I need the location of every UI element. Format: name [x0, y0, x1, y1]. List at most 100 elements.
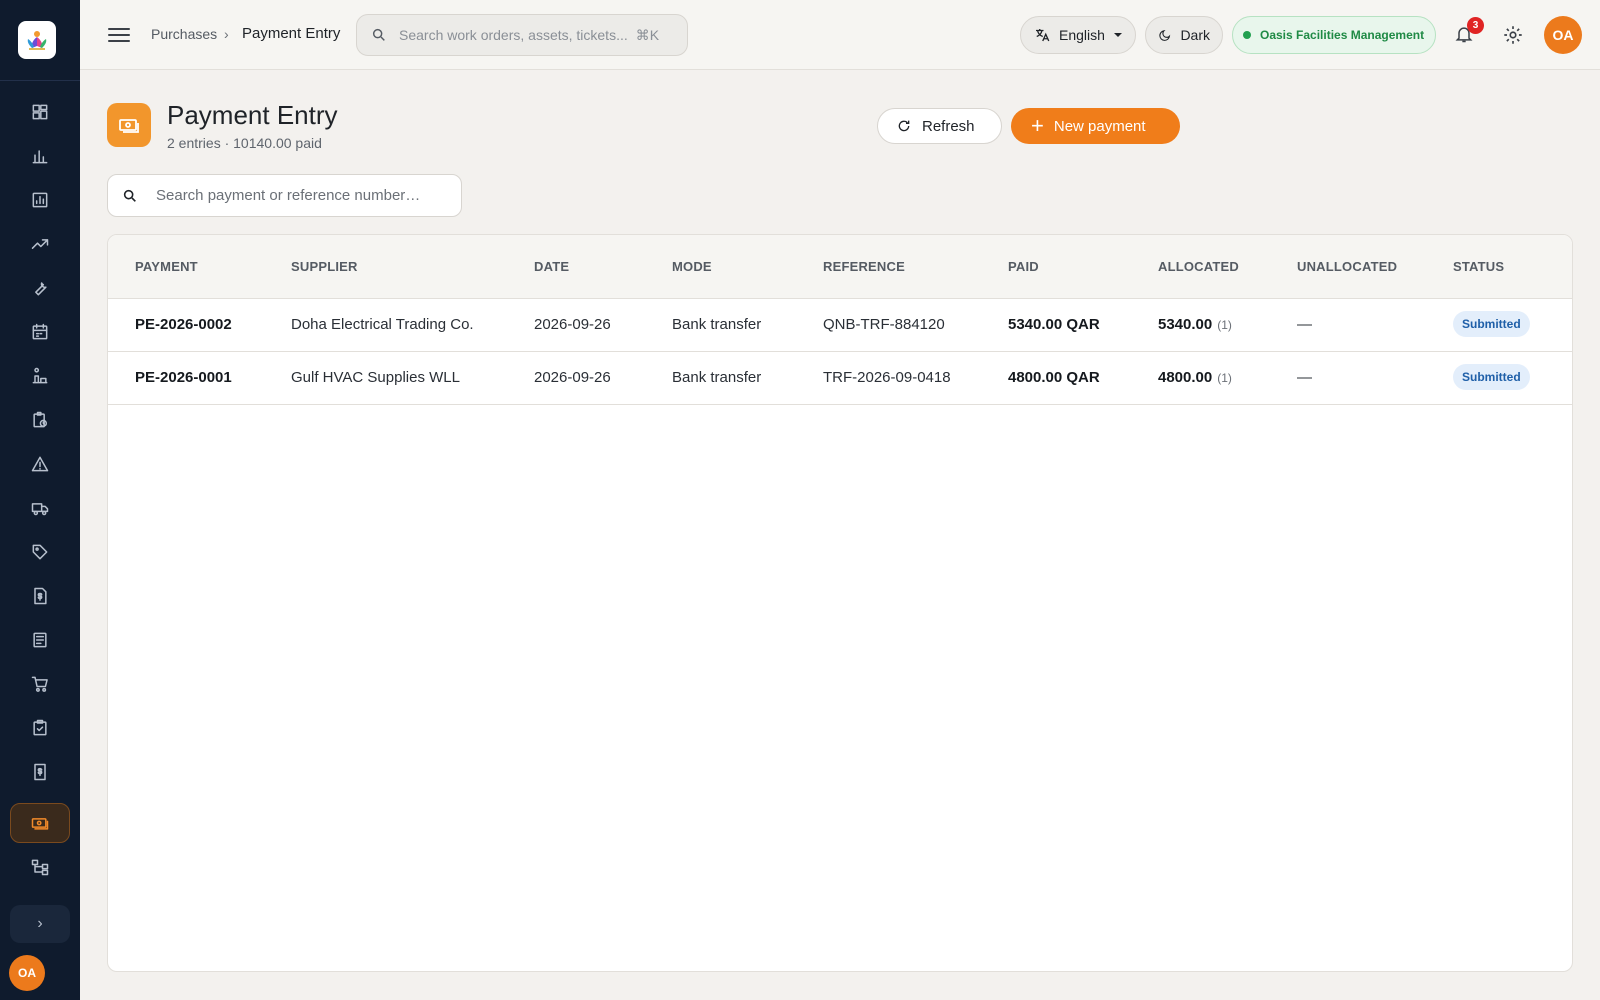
- sidebar-item-analytics[interactable]: [10, 136, 70, 176]
- payment-mode: Bank transfer: [672, 316, 762, 333]
- translate-icon: [1036, 29, 1050, 42]
- organization-switcher[interactable]: Oasis Facilities Management: [1232, 16, 1436, 54]
- unallocated-amount: —: [1297, 316, 1312, 333]
- page-subtitle: 2 entries · 10140.00 paid: [167, 135, 322, 151]
- receipt-dollar-icon: [34, 763, 46, 781]
- sidebar-item-reports[interactable]: [10, 180, 70, 220]
- payment-mode: Bank transfer: [672, 369, 762, 386]
- column-header-reference[interactable]: REFERENCE: [823, 259, 905, 274]
- sidebar-item-incidents[interactable]: [10, 444, 70, 484]
- notifications-button[interactable]: 3: [1454, 17, 1484, 46]
- payment-id[interactable]: PE-2026-0001: [135, 369, 232, 386]
- sidebar-item-payment-entry[interactable]: [10, 803, 70, 843]
- caret-down-icon: [1113, 33, 1122, 37]
- bar-chart-icon: [32, 150, 48, 164]
- payment-icon: [31, 818, 49, 830]
- payment-date: 2026-09-26: [534, 316, 611, 333]
- table-header: PAYMENT SUPPLIER DATE MODE REFERENCE PAI…: [108, 235, 1572, 299]
- chevron-right-icon: ›: [224, 26, 229, 42]
- organization-name: Oasis Facilities Management: [1260, 28, 1425, 42]
- plus-icon: +: [1031, 113, 1044, 138]
- new-payment-label: New payment: [1053, 117, 1146, 135]
- status-badge: Submitted: [1453, 364, 1530, 390]
- sidebar-item-receipts[interactable]: [10, 752, 70, 792]
- allocated-value: 4800.00: [1158, 369, 1213, 386]
- report-icon: [32, 192, 48, 208]
- column-header-mode[interactable]: MODE: [672, 259, 712, 274]
- assets-icon: [32, 367, 48, 384]
- payment-search[interactable]: [107, 174, 462, 217]
- payment-reference: QNB-TRF-884120: [823, 316, 945, 333]
- column-header-status[interactable]: STATUS: [1453, 259, 1504, 274]
- theme-toggle[interactable]: Dark: [1145, 16, 1223, 54]
- table-row[interactable]: PE-2026-0001 Gulf HVAC Supplies WLL 2026…: [108, 352, 1572, 405]
- truck-icon: [31, 503, 49, 516]
- calendar-icon: [32, 323, 48, 340]
- column-header-supplier[interactable]: SUPPLIER: [291, 259, 358, 274]
- table-row[interactable]: PE-2026-0002 Doha Electrical Trading Co.…: [108, 299, 1572, 352]
- moon-icon: [1159, 30, 1171, 41]
- payment-id[interactable]: PE-2026-0002: [135, 316, 232, 333]
- search-shortcut-hint: ⌘K: [635, 26, 660, 43]
- column-header-unallocated[interactable]: UNALLOCATED: [1297, 259, 1397, 274]
- lotus-logo-icon: [27, 31, 47, 50]
- chevron-right-icon: ›: [37, 915, 43, 932]
- sidebar-divider: [0, 80, 80, 81]
- language-label: English: [1059, 27, 1105, 43]
- menu-icon[interactable]: [108, 24, 130, 46]
- supplier-name: Doha Electrical Trading Co.: [291, 316, 474, 333]
- user-avatar[interactable]: OA: [1544, 16, 1582, 54]
- global-search-placeholder: Search work orders, assets, tickets...: [399, 27, 628, 43]
- column-header-paid[interactable]: PAID: [1008, 259, 1039, 274]
- paid-amount: 4800.00 QAR: [1008, 369, 1100, 386]
- allocated-count: (1): [1217, 318, 1232, 332]
- supplier-name: Gulf HVAC Supplies WLL: [291, 369, 460, 386]
- paid-amount: 5340.00 QAR: [1008, 316, 1100, 333]
- payment-icon: [119, 119, 139, 133]
- clipboard-clock-icon: [33, 411, 47, 428]
- new-payment-button[interactable]: + New payment: [1011, 108, 1180, 144]
- column-header-payment[interactable]: PAYMENT: [135, 259, 198, 274]
- clipboard-check-icon: [33, 719, 47, 736]
- sidebar-item-invoices[interactable]: [10, 576, 70, 616]
- warning-icon: [31, 456, 49, 472]
- sidebar-avatar[interactable]: OA: [9, 955, 45, 991]
- payments-table: PAYMENT SUPPLIER DATE MODE REFERENCE PAI…: [107, 234, 1573, 972]
- refresh-button[interactable]: Refresh: [877, 108, 1002, 144]
- invoice-dollar-icon: [34, 587, 47, 605]
- sidebar-item-maintenance[interactable]: [10, 268, 70, 308]
- payment-date: 2026-09-26: [534, 369, 611, 386]
- sidebar-item-hierarchy[interactable]: [10, 847, 70, 887]
- global-search-input[interactable]: Search work orders, assets, tickets... ⌘…: [356, 14, 688, 56]
- sidebar: › OA: [0, 0, 80, 1000]
- sidebar-item-ledger[interactable]: [10, 620, 70, 660]
- column-header-date[interactable]: DATE: [534, 259, 569, 274]
- allocated-amount: 4800.00 (1): [1158, 369, 1232, 386]
- sidebar-item-fleet[interactable]: [10, 488, 70, 528]
- page-icon: [107, 103, 151, 147]
- sidebar-item-pricing[interactable]: [10, 532, 70, 572]
- allocated-count: (1): [1217, 371, 1232, 385]
- allocated-value: 5340.00: [1158, 316, 1213, 333]
- sidebar-item-trends[interactable]: [10, 224, 70, 264]
- sidebar-item-schedules[interactable]: [10, 400, 70, 440]
- page-title: Payment Entry: [167, 100, 338, 130]
- breadcrumb-purchases[interactable]: Purchases: [151, 26, 217, 42]
- tag-icon: [32, 544, 48, 560]
- language-selector[interactable]: English: [1020, 16, 1136, 54]
- sidebar-item-assets[interactable]: [10, 356, 70, 396]
- app-logo[interactable]: [18, 21, 56, 59]
- sidebar-item-approvals[interactable]: [10, 708, 70, 748]
- sidebar-item-purchasing[interactable]: [10, 664, 70, 704]
- sidebar-item-dashboard[interactable]: [10, 92, 70, 132]
- theme-label: Dark: [1180, 27, 1210, 43]
- payment-search-input[interactable]: [156, 187, 436, 204]
- settings-button[interactable]: [1502, 24, 1524, 46]
- status-dot-icon: [1243, 31, 1251, 39]
- dashboard-icon: [32, 104, 48, 120]
- column-header-allocated[interactable]: ALLOCATED: [1158, 259, 1239, 274]
- sidebar-item-calendar[interactable]: [10, 312, 70, 352]
- search-icon: [123, 189, 136, 202]
- sidebar-expand-button[interactable]: ›: [10, 905, 70, 943]
- refresh-icon: [898, 120, 910, 132]
